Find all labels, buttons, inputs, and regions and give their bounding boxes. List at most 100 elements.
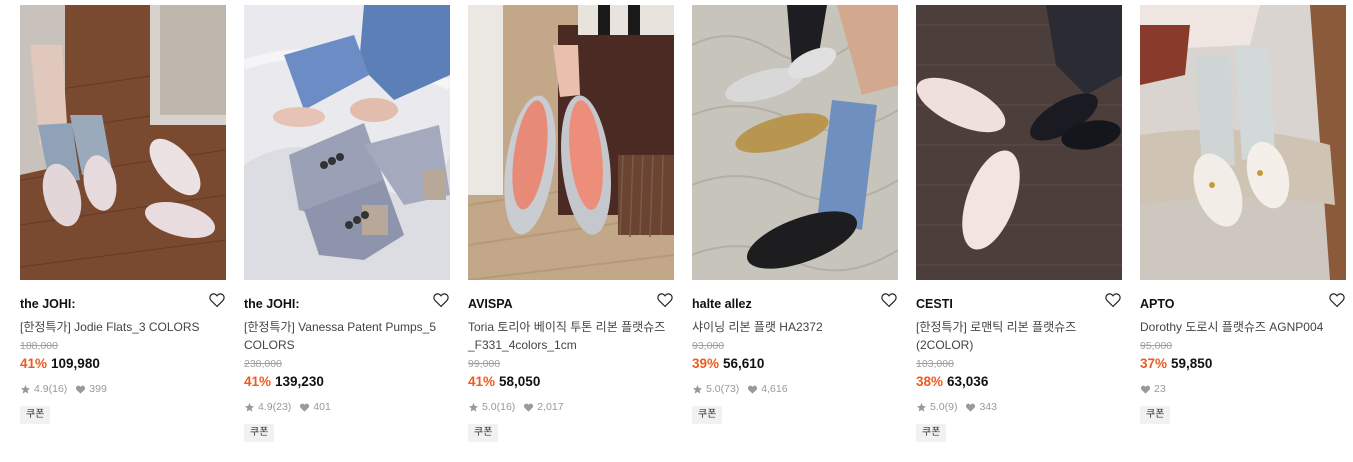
rating-group: 4.9 (16) [20, 383, 67, 395]
price-line: 38% 63,036 [916, 372, 1122, 391]
like-count: 2,017 [537, 401, 564, 413]
star-icon [244, 402, 255, 412]
original-price: 95,000 [1140, 340, 1173, 352]
original-price: 188,000 [20, 340, 58, 352]
price-line: 37% 59,850 [1140, 354, 1346, 373]
product-name[interactable]: [한정특가] Jodie Flats_3 COLORS [20, 318, 226, 336]
sale-price: 56,610 [723, 356, 765, 371]
brand-name[interactable]: CESTI [916, 296, 1122, 313]
coupon-badge: 쿠폰 [692, 406, 723, 424]
original-price: 238,000 [244, 358, 282, 370]
product-stats: 5.0 (16) 2,017 [468, 400, 674, 414]
likes-group: 399 [75, 383, 107, 395]
original-price: 103,000 [916, 358, 954, 370]
star-icon [692, 384, 703, 394]
product-image[interactable] [916, 5, 1122, 280]
coupon-badge: 쿠폰 [916, 424, 947, 442]
likes-group: 23 [1140, 383, 1166, 395]
rating-value: 5.0 [482, 401, 497, 413]
product-stats: 4.9 (16) 399 [20, 382, 226, 396]
heart-icon[interactable] [1328, 291, 1346, 309]
rating-value: 5.0 [930, 401, 945, 413]
likes-group: 2,017 [523, 401, 564, 413]
like-count: 4,616 [761, 383, 788, 395]
heart-icon[interactable] [880, 291, 898, 309]
price-line: 39% 56,610 [692, 354, 898, 373]
product-image[interactable] [244, 5, 450, 280]
heart-icon[interactable] [432, 291, 450, 309]
review-count: (73) [720, 383, 740, 395]
heart-filled-icon [748, 385, 758, 394]
rating-group: 5.0 (16) [468, 401, 515, 413]
star-icon [468, 402, 479, 412]
coupon-badge: 쿠폰 [20, 406, 51, 424]
product-image[interactable] [468, 5, 674, 280]
rating-group: 5.0 (9) [916, 401, 957, 413]
product-name[interactable]: Toria 토리아 베이직 투톤 리본 플랫슈즈_F331_4colors_1c… [468, 318, 674, 354]
product-image[interactable] [20, 5, 226, 280]
heart-icon[interactable] [1104, 291, 1122, 309]
product-stats: 4.9 (23) 401 [244, 400, 450, 414]
review-count: (16) [48, 383, 68, 395]
product-card: the JOHI: [한정특가] Jodie Flats_3 COLORS 18… [20, 5, 226, 424]
heart-filled-icon [1140, 385, 1151, 394]
discount-rate: 37% [1140, 356, 1168, 371]
price-line: 41% 58,050 [468, 372, 674, 391]
product-name[interactable]: 샤이닝 리본 플랫 HA2372 [692, 318, 898, 336]
likes-group: 4,616 [747, 383, 788, 395]
product-image[interactable] [1140, 5, 1346, 280]
rating-group: 4.9 (23) [244, 401, 291, 413]
coupon-badge: 쿠폰 [1140, 406, 1171, 424]
product-stats: 23 [1140, 382, 1346, 396]
heart-icon[interactable] [656, 291, 674, 309]
price-line: 41% 109,980 [20, 354, 226, 373]
heart-filled-icon [524, 403, 534, 412]
coupon-badge: 쿠폰 [244, 424, 275, 442]
heart-filled-icon [300, 403, 310, 412]
product-name[interactable]: [한정특가] Vanessa Patent Pumps_5 COLORS [244, 318, 450, 354]
brand-name[interactable]: the JOHI: [20, 296, 226, 313]
brand-name[interactable]: APTO [1140, 296, 1346, 313]
discount-rate: 41% [468, 374, 496, 389]
discount-rate: 38% [916, 374, 944, 389]
discount-rate: 41% [244, 374, 272, 389]
product-stats: 5.0 (73) 4,616 [692, 382, 898, 396]
product-card: halte allez 샤이닝 리본 플랫 HA2372 93,000 39% 5… [692, 5, 898, 424]
rating-value: 4.9 [258, 401, 273, 413]
sale-price: 63,036 [947, 374, 989, 389]
rating-value: 4.9 [34, 383, 49, 395]
brand-name[interactable]: halte allez [692, 296, 898, 313]
original-price: 93,000 [692, 340, 725, 352]
sale-price: 58,050 [499, 374, 541, 389]
heart-icon[interactable] [208, 291, 226, 309]
sale-price: 59,850 [1171, 356, 1213, 371]
like-count: 343 [979, 401, 997, 413]
price-line: 41% 139,230 [244, 372, 450, 391]
product-name[interactable]: [한정특가] 로맨틱 리본 플랫슈즈 (2COLOR) [916, 318, 1122, 354]
likes-group: 343 [965, 401, 997, 413]
review-count: (9) [944, 401, 958, 413]
star-icon [916, 402, 927, 412]
product-name[interactable]: Dorothy 도로시 플랫슈즈 AGNP004 [1140, 318, 1346, 336]
discount-rate: 41% [20, 356, 48, 371]
product-card: APTO Dorothy 도로시 플랫슈즈 AGNP004 95,000 37%… [1140, 5, 1346, 424]
sale-price: 109,980 [51, 356, 100, 371]
brand-name[interactable]: AVISPA [468, 296, 674, 313]
review-count: (16) [496, 401, 516, 413]
sale-price: 139,230 [275, 374, 324, 389]
discount-rate: 39% [692, 356, 720, 371]
like-count: 23 [1154, 383, 1166, 395]
product-stats: 5.0 (9) 343 [916, 400, 1122, 414]
like-count: 401 [313, 401, 331, 413]
brand-name[interactable]: the JOHI: [244, 296, 450, 313]
coupon-badge: 쿠폰 [468, 424, 499, 442]
rating-value: 5.0 [706, 383, 721, 395]
likes-group: 401 [299, 401, 331, 413]
heart-filled-icon [76, 385, 86, 394]
star-icon [20, 384, 31, 394]
product-image[interactable] [692, 5, 898, 280]
product-card: the JOHI: [한정특가] Vanessa Patent Pumps_5 … [244, 5, 450, 442]
like-count: 399 [89, 383, 107, 395]
product-card: AVISPA Toria 토리아 베이직 투톤 리본 플랫슈즈_F331_4co… [468, 5, 674, 442]
review-count: (23) [272, 401, 292, 413]
